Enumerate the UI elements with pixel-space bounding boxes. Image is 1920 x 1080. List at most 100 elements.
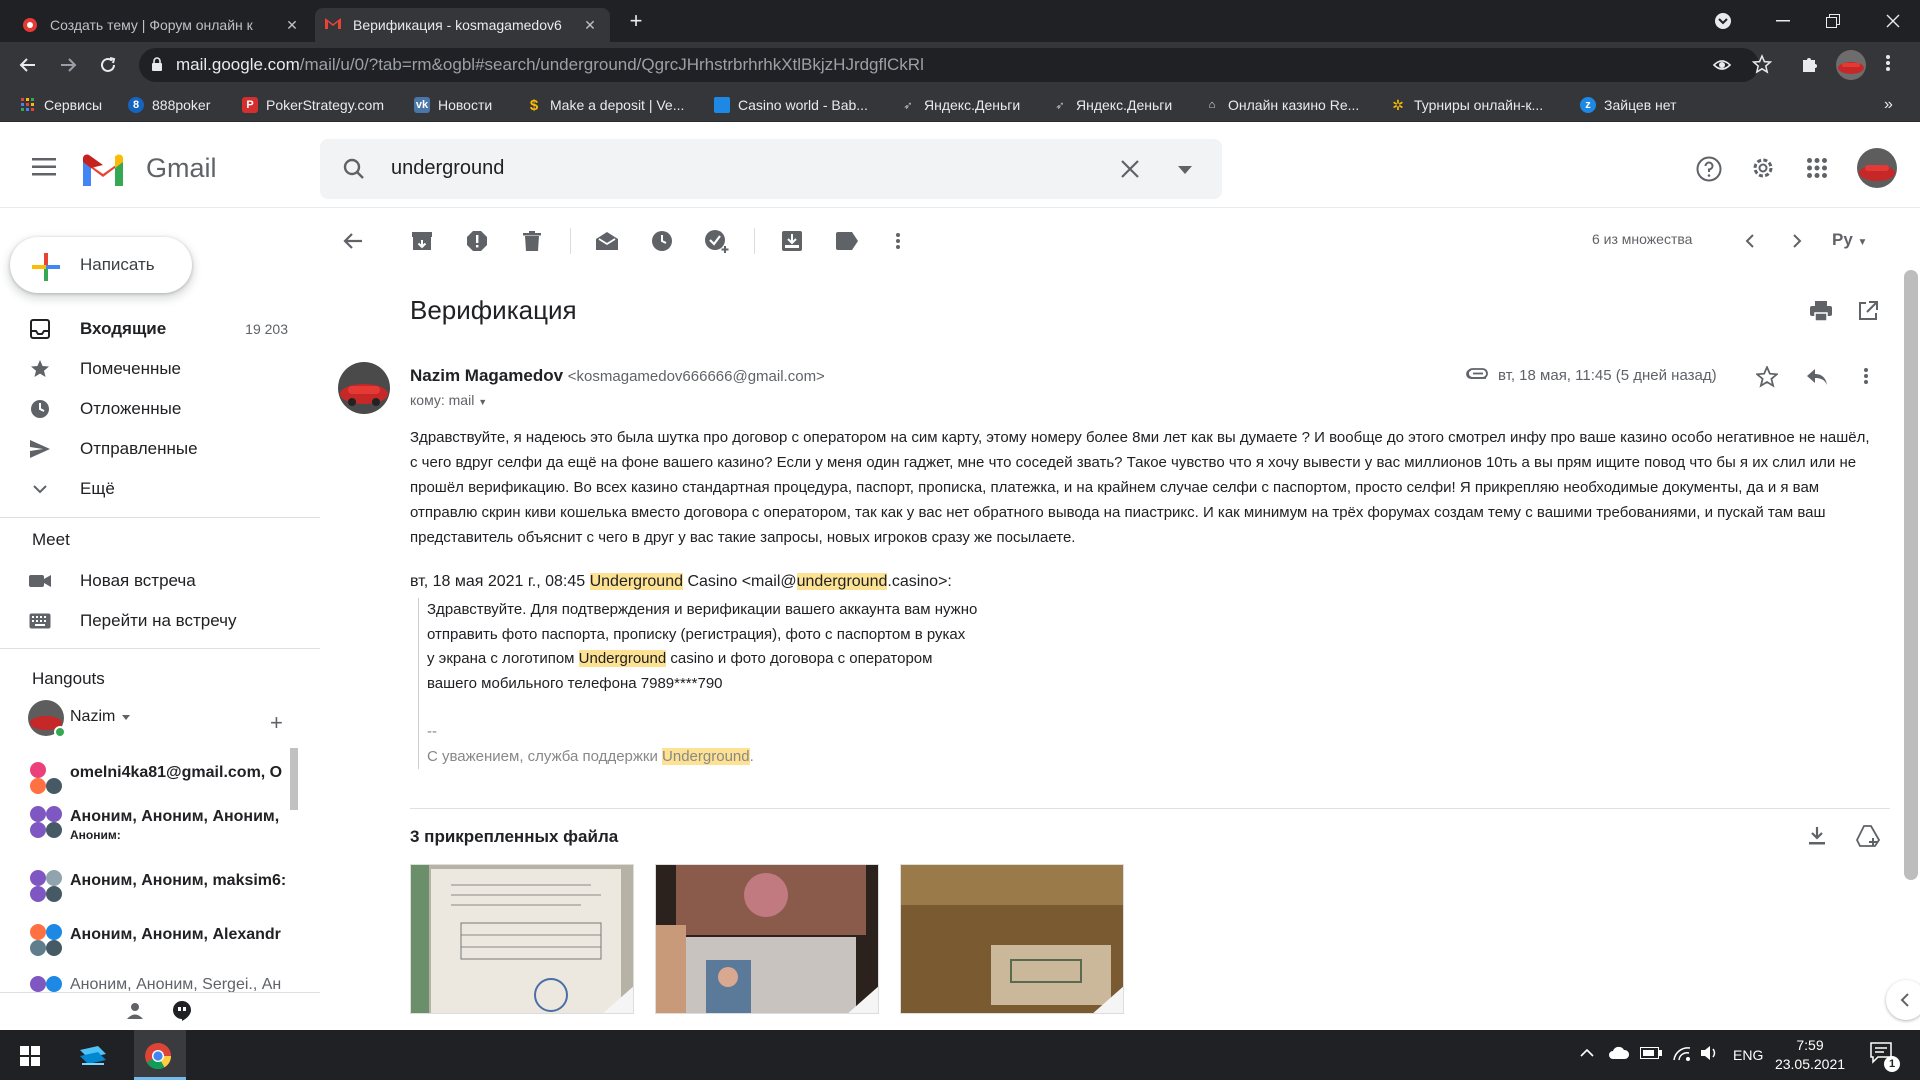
account-avatar[interactable] [1857,148,1897,188]
search-icon[interactable] [342,157,366,181]
label-tag-icon[interactable] [832,226,862,256]
sender-line[interactable]: Nazim Magamedov <kosmagamedov666666@gmai… [410,366,825,386]
new-tab-button[interactable]: + [622,8,650,34]
star-message-icon[interactable] [1756,366,1778,388]
windows-start-icon[interactable] [20,1046,40,1066]
forward-arrow-icon[interactable] [54,51,82,79]
tray-chevron-up-icon[interactable] [1580,1048,1594,1057]
chrome-menu-icon[interactable] [1886,54,1890,72]
attachments-divider [410,808,1890,809]
more-actions-icon[interactable] [883,226,913,256]
hangouts-user-name[interactable]: Nazim [70,708,115,726]
hangout-chat[interactable]: Аноним, Аноним, Sergei., Ан [28,972,288,994]
status-dropdown-icon[interactable] [122,715,130,720]
bookmark-news[interactable]: vk Новости [414,95,492,115]
chrome-icon[interactable] [144,1042,172,1070]
add-to-tasks-icon[interactable] [702,226,732,256]
battery-icon[interactable] [1640,1047,1662,1059]
next-chevron-icon[interactable] [1782,226,1812,256]
settings-gear-icon[interactable] [1750,155,1776,181]
hangouts-scrollbar[interactable] [290,748,298,810]
sender-avatar[interactable] [338,362,390,414]
lock-icon[interactable] [151,57,163,72]
onedrive-cloud-icon[interactable] [1608,1046,1630,1060]
compose-button[interactable]: Написать [10,237,192,293]
minimize-icon[interactable] [1760,0,1806,42]
clear-search-icon[interactable] [1121,160,1139,178]
taskbar-app-icon[interactable] [78,1044,108,1068]
hangout-chat[interactable]: Аноним, Аноним, Аноним, Аноним: [28,802,288,846]
gmail-logo-text[interactable]: Gmail [146,153,217,184]
nav-starred[interactable]: Помеченные [28,349,288,389]
nav-more[interactable]: Ещё [28,469,288,509]
hangout-chat[interactable]: Аноним, Аноним, Alexandr [28,920,288,964]
nav-sent[interactable]: Отправленные [28,429,288,469]
nav-inbox[interactable]: Входящие 19 203 [28,309,288,349]
hangouts-chat-icon[interactable] [172,1000,192,1022]
bookmark-zaitsev[interactable]: z Зайцев нет [1580,95,1677,115]
side-panel-toggle[interactable] [1886,980,1920,1020]
bookmark-services[interactable]: Сервисы [20,95,102,115]
hangout-chat[interactable]: omelni4ka81@gmail.com, O [28,758,288,802]
tab-forum[interactable]: Создать тему | Форум онлайн к ✕ [12,8,312,42]
mark-unread-icon[interactable] [592,226,622,256]
profile-avatar[interactable] [1836,50,1866,80]
keyboard-language[interactable]: ENG [1733,1047,1763,1063]
new-chat-plus-icon[interactable]: + [270,710,283,736]
bookmark-deposit[interactable]: $ Make a deposit | Ve... [526,95,685,115]
extensions-puzzle-icon[interactable] [1800,54,1820,74]
tab-search-icon[interactable] [1700,0,1746,42]
help-icon[interactable] [1696,156,1722,182]
search-input[interactable]: underground [391,157,504,180]
bookmark-yandex-money-2[interactable]: ➶ Яндекс.Деньги [1052,95,1172,115]
volume-speaker-icon[interactable] [1700,1045,1720,1061]
search-options-icon[interactable] [1178,166,1192,174]
tab-gmail[interactable]: Верификация - kosmagamedov6 ✕ [315,8,610,42]
previous-chevron-icon[interactable] [1734,226,1764,256]
bookmark-casino-world[interactable]: Casino world - Bab... [714,95,868,115]
bookmark-online-casino[interactable]: ⌂ Онлайн казино Re... [1204,95,1360,115]
message-more-icon[interactable] [1864,367,1868,385]
gmail-logo-icon[interactable] [80,152,126,186]
attachment-thumbnail-2[interactable] [655,864,879,1014]
reply-arrow-icon[interactable] [1806,368,1828,386]
download-all-icon[interactable] [1808,826,1826,846]
attachment-thumbnail-1[interactable] [410,864,634,1014]
url-text[interactable]: mail.google.com/mail/u/0/?tab=rm&ogbl#se… [176,54,924,76]
delete-trash-icon[interactable] [517,226,547,256]
main-menu-icon[interactable] [32,158,56,176]
clock[interactable]: 7:59 23.05.2021 [1772,1036,1848,1074]
bookmark-tournaments[interactable]: ✲ Турниры онлайн-к... [1390,95,1543,115]
restore-icon[interactable] [1810,0,1856,42]
close-tab-icon[interactable]: ✕ [580,17,600,34]
wifi-icon[interactable] [1672,1045,1692,1061]
input-language-button[interactable]: Ру ▼ [1832,230,1867,250]
contacts-person-icon[interactable] [126,1002,144,1020]
attachment-thumbnail-3[interactable] [900,864,1124,1014]
archive-icon[interactable] [407,226,437,256]
open-new-window-icon[interactable] [1858,301,1878,321]
back-arrow-icon[interactable] [14,51,42,79]
move-to-icon[interactable] [777,226,807,256]
google-apps-icon[interactable] [1807,158,1827,178]
print-icon[interactable] [1810,301,1832,321]
save-to-drive-icon[interactable] [1856,825,1880,847]
meet-new-meeting[interactable]: Новая встреча [28,561,288,601]
back-to-search-icon[interactable] [338,226,368,256]
bookmark-pokerstrategy[interactable]: P PokerStrategy.com [242,95,384,115]
close-window-icon[interactable] [1870,0,1916,42]
hangout-chat[interactable]: Аноним, Аноним, maksim6: [28,866,288,910]
bookmark-888poker[interactable]: 8 888poker [128,95,210,115]
more-bookmarks-icon[interactable]: » [1884,96,1893,114]
page-scrollbar[interactable] [1904,270,1918,880]
snooze-clock-icon[interactable] [647,226,677,256]
recipient-line[interactable]: кому: mail ▼ [410,392,487,408]
report-spam-icon[interactable] [462,226,492,256]
meet-join[interactable]: Перейти на встречу [28,601,288,641]
close-tab-icon[interactable]: ✕ [282,17,302,34]
nav-snoozed[interactable]: Отложенные [28,389,288,429]
tracking-eye-icon[interactable] [1712,55,1732,75]
bookmark-star-icon[interactable] [1752,54,1772,74]
bookmark-yandex-money-1[interactable]: ➶ Яндекс.Деньги [900,95,1020,115]
reload-icon[interactable] [94,51,122,79]
